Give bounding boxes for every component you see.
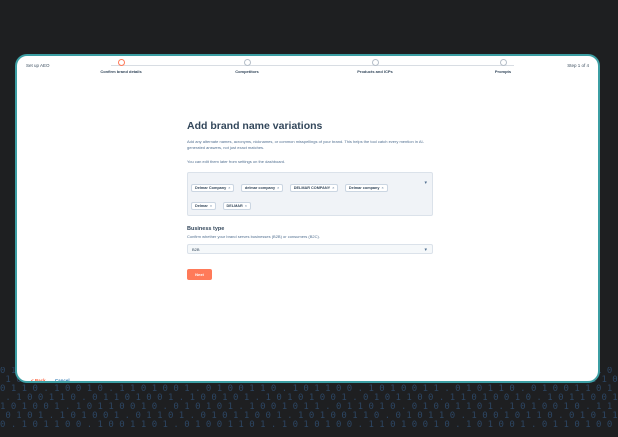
brand-variations-multiselect[interactable]: Delmar Company × delmar company × DELMAR C… — [187, 172, 433, 216]
brand-tag-label: Delmar Company — [195, 186, 227, 190]
setup-title: Set up AEO — [26, 63, 50, 68]
remove-tag-icon[interactable]: × — [381, 186, 383, 190]
brand-variations-form: Add brand name variations Add any altern… — [187, 120, 433, 281]
step-indicator-icon — [371, 59, 379, 66]
step-prompts[interactable]: Prompts — [463, 59, 543, 74]
step-indicator-icon — [499, 59, 507, 66]
brand-tag[interactable]: DELMAR COMPANY × — [289, 184, 339, 192]
remove-tag-icon[interactable]: × — [228, 186, 230, 190]
remove-tag-icon[interactable]: × — [245, 204, 247, 208]
cancel-link[interactable]: Cancel — [55, 378, 70, 381]
business-type-description: Confirm whether your brand serves busine… — [187, 234, 320, 239]
setup-wizard-window: Set up AEO Confirm brand details Competi… — [15, 54, 600, 383]
brand-tag-label: DELMAR — [226, 204, 243, 208]
remove-tag-icon[interactable]: × — [332, 186, 334, 190]
brand-tag-label: Delmar — [195, 204, 208, 208]
chevron-down-icon[interactable]: ▾ — [424, 180, 427, 186]
brand-tag[interactable]: delmar company × — [240, 184, 284, 192]
wizard-footer: < Back Cancel — [31, 378, 70, 381]
business-type-value: B2B — [192, 247, 200, 252]
brand-tag-label: delmar company — [244, 186, 276, 190]
brand-tag-label: Delmar company — [348, 186, 380, 190]
next-button[interactable]: Next — [187, 269, 212, 280]
step-label: Prompts — [494, 69, 512, 74]
chevron-down-icon[interactable]: ▾ — [424, 247, 427, 253]
remove-tag-icon[interactable]: × — [277, 186, 279, 190]
brand-tag[interactable]: Delmar Company × — [191, 184, 235, 192]
wizard-stepper-bar: Set up AEO Confirm brand details Competi… — [17, 56, 598, 78]
brand-tag-label: DELMAR COMPANY — [293, 186, 331, 190]
step-indicator-icon — [117, 59, 125, 66]
business-type-title: Business type — [187, 226, 225, 232]
step-counter: Step 1 of 4 — [567, 63, 589, 68]
step-products-and-icps[interactable]: Products and ICPs — [335, 59, 415, 74]
page-title: Add brand name variations — [187, 120, 323, 132]
step-label: Products and ICPs — [357, 69, 393, 74]
brand-tag[interactable]: DELMAR × — [222, 202, 252, 210]
step-label: Confirm brand details — [100, 69, 142, 74]
remove-tag-icon[interactable]: × — [210, 204, 212, 208]
step-indicator-icon — [243, 59, 251, 66]
page-description: Add any alternate names, acronyms, nickn… — [187, 139, 424, 150]
step-label: Competitors — [235, 69, 259, 74]
step-competitors[interactable]: Competitors — [207, 59, 287, 74]
edit-later-note: You can edit them later from settings on… — [187, 159, 286, 164]
step-confirm-brand-details[interactable]: Confirm brand details — [81, 59, 161, 74]
stepper-track — [111, 65, 514, 66]
business-type-select[interactable]: B2B ▾ — [187, 244, 433, 254]
brand-tag[interactable]: Delmar × — [191, 202, 217, 210]
back-link[interactable]: < Back — [31, 378, 46, 381]
brand-tag[interactable]: Delmar company × — [344, 184, 388, 192]
mouse-cursor-icon: ➤ — [586, 75, 592, 82]
